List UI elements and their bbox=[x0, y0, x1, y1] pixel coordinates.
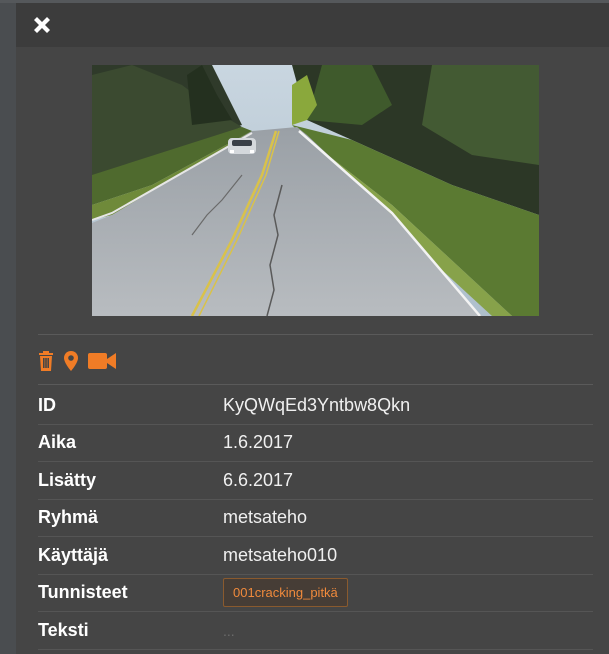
tags-value: 001cracking_pitkä bbox=[223, 574, 593, 612]
divider bbox=[38, 384, 593, 385]
added-label: Lisätty bbox=[38, 461, 223, 500]
road-photo[interactable] bbox=[92, 65, 539, 316]
time-value: 1.6.2017 bbox=[223, 424, 593, 462]
tags-label: Tunnisteet bbox=[38, 574, 223, 612]
table-row: Lisätty 6.6.2017 bbox=[38, 461, 593, 500]
group-value: metsateho bbox=[223, 499, 593, 537]
text-placeholder: ... bbox=[223, 622, 235, 639]
detail-panel: ID KyQWqEd3Yntbw8Qkn Aika 1.6.2017 Lisät… bbox=[16, 3, 609, 654]
trash-icon[interactable] bbox=[38, 351, 54, 371]
table-row: Aika 1.6.2017 bbox=[38, 424, 593, 462]
text-label: Teksti bbox=[38, 611, 223, 650]
user-value: metsateho010 bbox=[223, 536, 593, 575]
map-background bbox=[0, 0, 16, 654]
id-label: ID bbox=[38, 387, 223, 425]
user-label: Käyttäjä bbox=[38, 536, 223, 575]
tag-chip[interactable]: 001cracking_pitkä bbox=[223, 578, 348, 608]
id-value: KyQWqEd3Yntbw8Qkn bbox=[223, 387, 593, 425]
added-value: 6.6.2017 bbox=[223, 461, 593, 500]
group-label: Ryhmä bbox=[38, 499, 223, 537]
table-row: ID KyQWqEd3Yntbw8Qkn bbox=[38, 387, 593, 425]
table-row: Käyttäjä metsateho010 bbox=[38, 536, 593, 575]
action-toolbar bbox=[38, 347, 116, 375]
panel-header bbox=[16, 3, 609, 47]
text-field[interactable]: ... bbox=[223, 611, 593, 650]
map-pin-icon[interactable] bbox=[64, 351, 78, 371]
divider bbox=[38, 334, 593, 335]
time-label: Aika bbox=[38, 424, 223, 462]
table-row: Ryhmä metsateho bbox=[38, 499, 593, 537]
video-camera-icon[interactable] bbox=[88, 351, 116, 371]
close-icon[interactable] bbox=[30, 13, 54, 37]
table-row: Teksti ... bbox=[38, 611, 593, 650]
details-table: ID KyQWqEd3Yntbw8Qkn Aika 1.6.2017 Lisät… bbox=[38, 387, 593, 650]
table-row: Tunnisteet 001cracking_pitkä bbox=[38, 574, 593, 612]
